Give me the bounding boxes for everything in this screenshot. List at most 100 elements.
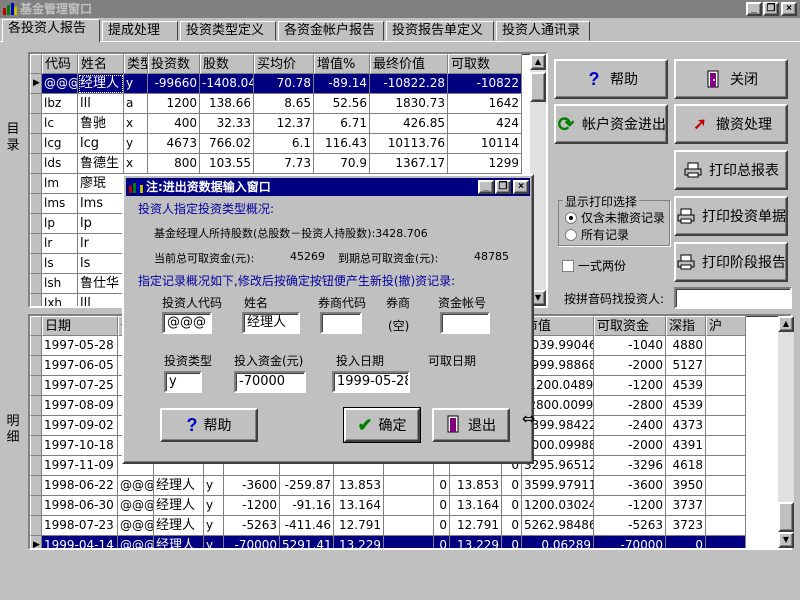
tab-strip: 各投资人报告 提成处理 投资类型定义 各资金帐户报告 投资报告单定义 投资人通讯… (0, 19, 800, 42)
column-header[interactable]: 可取数 (448, 54, 522, 74)
column-header[interactable]: 买均价 (254, 54, 314, 74)
fund-input-dialog: 注:进出资数据输入窗口 _ ❐ × 投资人指定投资类型概况: 基金经理人所持股数… (122, 174, 534, 464)
help-button[interactable]: ? 帮助 (554, 59, 668, 99)
table-cell: 3599.97911 (522, 476, 594, 496)
scroll-up-arrow-icon[interactable]: ▲ (530, 54, 546, 70)
detail-label: 明细 (6, 414, 20, 445)
table-row[interactable]: 1998-07-23 @@@ 经理人 y -5263 -411.46 12.791 0 12.7… (30, 516, 746, 536)
date-label: 投入日期 (336, 354, 385, 368)
radio-uncanceled-label: 仅含未撤资记录 (581, 211, 666, 225)
print-options-group: 显示打印选择 仅含未撤资记录 所有记录 (558, 193, 670, 246)
table-cell (706, 356, 746, 376)
amount-input[interactable]: -70000 (234, 371, 306, 393)
invest-type-input[interactable]: y (164, 371, 202, 393)
table-row[interactable]: 1998-06-22 @@@ 经理人 y -3600 -259.87 13.853 0 13.8… (30, 476, 746, 496)
detail-scroll-down-arrow-icon[interactable]: ▼ (778, 532, 794, 548)
table-row[interactable]: 1998-06-30 @@@ 经理人 y -1200 -91.16 13.164 0 13.16… (30, 496, 746, 516)
account-input[interactable] (440, 312, 490, 334)
table-cell: -91.16 (280, 496, 334, 516)
withdraw-button[interactable]: ➚ 撤资处理 (674, 104, 788, 144)
table-row[interactable]: ▶ @@@ 经理人 y -99660 -1408.04 70.78 -89.14 -10822.… (30, 74, 522, 94)
date-input[interactable]: 1999-05-28 (332, 371, 410, 393)
table-cell: ls (42, 254, 78, 274)
detail-grid-scrollbar[interactable]: ▲ ▼ (778, 316, 794, 548)
investor-code-input[interactable]: @@@ (162, 312, 212, 334)
table-cell: 12.791 (450, 516, 502, 536)
two-copies-checkbox[interactable]: 一式两份 (562, 257, 626, 274)
table-cell (706, 336, 746, 356)
table-row[interactable]: ▶ 1999-04-14 @@@ 经理人 y -70000 5291.41 13.229 0 13… (30, 536, 746, 548)
broker-value: (空) (388, 319, 410, 333)
table-cell: 1999-04-14 (42, 536, 118, 548)
fund-io-button[interactable]: ⟳ 帐户资金进出 (554, 104, 668, 144)
column-header[interactable]: 增值% (314, 54, 370, 74)
print-summary-button[interactable]: 打印总报表 (674, 150, 788, 190)
column-header[interactable]: 类型 (124, 54, 148, 74)
column-header[interactable]: 日期 (42, 316, 118, 336)
tab-fund-account-report[interactable]: 各资金帐户报告 (278, 21, 384, 41)
dialog-exit-button[interactable]: 退出 (432, 408, 510, 442)
close-button-label: 关闭 (730, 71, 758, 87)
table-row[interactable]: lds 鲁德生 x 800 103.55 7.73 70.9 1367.17 1299 (30, 154, 522, 174)
column-header[interactable]: 可取资金 (594, 316, 666, 336)
table-cell: lm (42, 174, 78, 194)
broker-label: 券商 (386, 296, 411, 310)
name-input[interactable]: 经理人 (242, 312, 300, 334)
tab-commission[interactable]: 提成处理 (102, 21, 178, 41)
column-header[interactable]: 姓名 (78, 54, 124, 74)
tab-contacts[interactable]: 投资人通讯录 (496, 21, 590, 41)
printer-icon (683, 160, 703, 180)
table-cell: 6.1 (254, 134, 314, 154)
resize-cursor-icon: ⇔ (522, 409, 536, 428)
table-cell: lll (78, 294, 124, 306)
dialog-section-overview: 投资人指定投资类型概况: (138, 202, 275, 216)
tab-report-definition[interactable]: 投资报告单定义 (386, 21, 494, 41)
table-row[interactable]: lc 鲁驰 x 400 32.33 12.37 6.71 426.85 424 (30, 114, 522, 134)
table-cell: 103.55 (200, 154, 254, 174)
dialog-ok-button[interactable]: ✔ 确定 (343, 407, 421, 443)
dialog-ok-label: 确定 (378, 417, 407, 433)
close-button[interactable]: 关闭 (674, 59, 788, 99)
table-cell: 3737 (666, 496, 706, 516)
table-cell: 1997-09-02 (42, 416, 118, 436)
table-cell: y (124, 134, 148, 154)
dialog-restore-button[interactable]: ❐ (495, 180, 511, 194)
table-cell: 0 (502, 476, 522, 496)
table-cell: -89.14 (314, 74, 370, 94)
column-header[interactable]: 股数 (200, 54, 254, 74)
restore-button[interactable]: ❐ (763, 2, 779, 16)
column-header[interactable]: 投资数 (148, 54, 200, 74)
table-cell: 13.229 (334, 536, 384, 548)
column-header[interactable]: 最终价值 (370, 54, 448, 74)
dialog-help-button[interactable]: ? 帮助 (160, 408, 258, 442)
tab-investor-report[interactable]: 各投资人报告 (2, 19, 100, 42)
close-window-button[interactable]: × (781, 2, 797, 16)
table-row[interactable]: lbz lll a 1200 138.66 8.65 52.56 1830.73 1642 (30, 94, 522, 114)
broker-code-input[interactable] (320, 312, 362, 334)
radio-uncanceled[interactable]: 仅含未撤资记录 (565, 209, 665, 226)
row-indicator: ▶ (30, 74, 42, 94)
radio-dot (565, 228, 577, 241)
print-invest-button[interactable]: 打印投资单据 (674, 196, 788, 236)
table-row[interactable]: lcg lcg y 4673 766.02 6.1 116.43 10113.76 10114 (30, 134, 522, 154)
table-cell: 经理人 (78, 74, 124, 94)
print-stage-button[interactable]: 打印阶段报告 (674, 242, 788, 282)
column-header[interactable]: 代码 (42, 54, 78, 74)
row-indicator (30, 396, 42, 416)
table-cell: 0 (502, 516, 522, 536)
radio-all-records[interactable]: 所有记录 (565, 226, 629, 243)
detail-scroll-thumb[interactable] (778, 502, 794, 532)
tab-invest-type[interactable]: 投资类型定义 (180, 21, 276, 41)
pinyin-search-input[interactable] (674, 287, 792, 309)
dialog-minimize-button[interactable]: _ (478, 180, 494, 194)
dialog-close-button[interactable]: × (513, 180, 529, 194)
table-cell (384, 476, 434, 496)
table-cell (706, 416, 746, 436)
scroll-thumb[interactable] (530, 72, 546, 102)
table-cell: 424 (448, 114, 522, 134)
column-header[interactable]: 沪 (706, 316, 746, 336)
column-header[interactable]: 深指 (666, 316, 706, 336)
detail-scroll-up-arrow-icon[interactable]: ▲ (778, 316, 794, 332)
minimize-button[interactable]: _ (746, 2, 762, 16)
print-options-title: 显示打印选择 (563, 193, 640, 210)
